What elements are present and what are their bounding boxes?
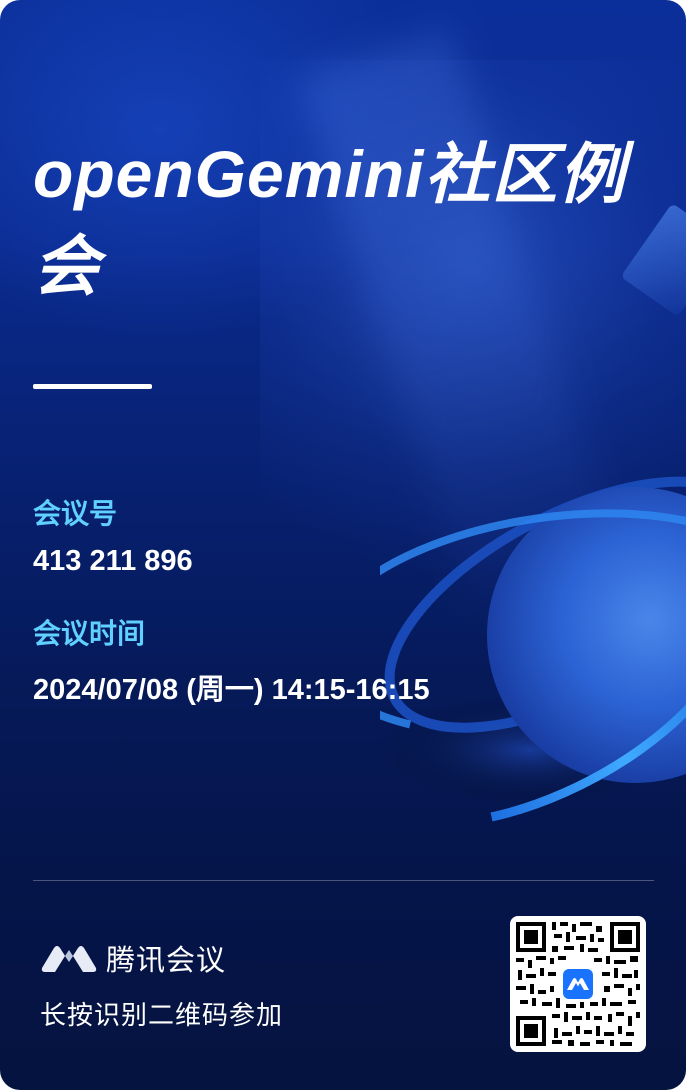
title-underline bbox=[33, 384, 152, 389]
meeting-invite-card: openGemini社区例会 会议号 413 211 896 会议时间 2024… bbox=[0, 0, 686, 1090]
planet-illustration bbox=[315, 450, 686, 830]
meeting-time-label: 会议时间 bbox=[33, 618, 146, 649]
tencent-meeting-logo-icon bbox=[40, 940, 98, 976]
meeting-time-value: 2024/07/08 (周一) 14:15-16:15 bbox=[33, 674, 430, 706]
footer-divider bbox=[33, 880, 654, 881]
meeting-title: openGemini社区例会 bbox=[33, 137, 626, 303]
brand-name: 腾讯会议 bbox=[106, 945, 227, 977]
meeting-qr-code[interactable] bbox=[510, 916, 646, 1052]
scan-qr-hint: 长按识别二维码参加 bbox=[40, 1000, 284, 1030]
meeting-id-label: 会议号 bbox=[33, 498, 118, 529]
meeting-id-value: 413 211 896 bbox=[33, 545, 193, 577]
tencent-meeting-brand: 腾讯会议 bbox=[40, 938, 226, 978]
